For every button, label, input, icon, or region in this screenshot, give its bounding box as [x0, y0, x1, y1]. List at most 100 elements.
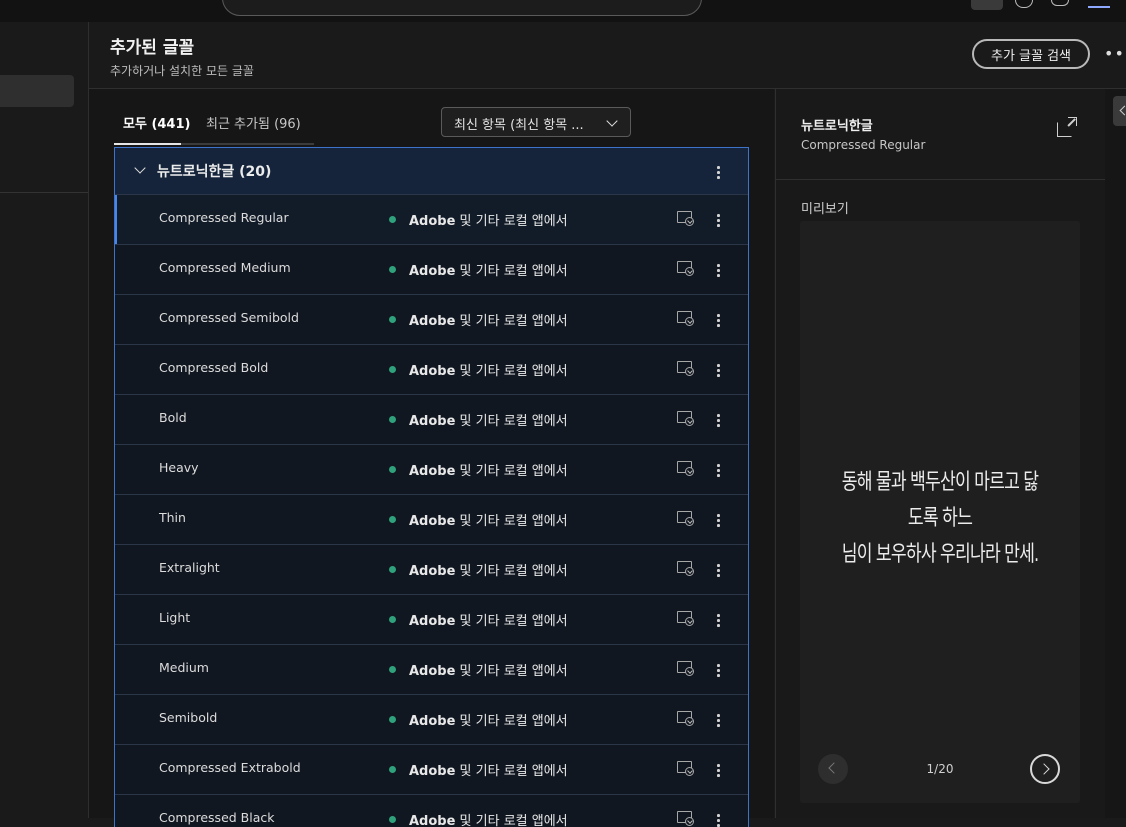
more-vertical-icon[interactable]: [711, 411, 725, 429]
more-vertical-icon[interactable]: [711, 461, 725, 479]
install-download-icon[interactable]: [677, 311, 694, 326]
browse-more-fonts-button[interactable]: 추가 글꼴 검색: [972, 39, 1090, 69]
status-dot-icon: [389, 716, 396, 723]
more-vertical-icon[interactable]: [711, 163, 725, 181]
install-download-icon[interactable]: [677, 611, 694, 626]
status-dot-icon: [389, 766, 396, 773]
install-download-icon[interactable]: [677, 411, 694, 426]
font-style-name: Medium: [159, 660, 209, 675]
font-style-row[interactable]: Compressed Bold Adobe 및 기타 로컬 앱에서: [115, 344, 748, 394]
detail-style-name: Compressed Regular: [801, 138, 926, 152]
more-vertical-icon[interactable]: [711, 211, 725, 229]
preview-label: 미리보기: [801, 202, 849, 217]
more-vertical-icon[interactable]: [711, 261, 725, 279]
font-style-name: Semibold: [159, 710, 218, 725]
status-app: Adobe: [409, 564, 456, 579]
status-dot-icon: [389, 266, 396, 273]
install-download-icon[interactable]: [677, 511, 694, 526]
activation-status: Adobe 및 기타 로컬 앱에서: [409, 810, 568, 827]
font-style-row[interactable]: Heavy Adobe 및 기타 로컬 앱에서: [115, 444, 748, 494]
previous-page-button[interactable]: [818, 754, 848, 784]
more-vertical-icon[interactable]: [711, 661, 725, 679]
status-app: Adobe: [409, 264, 456, 279]
activation-status: Adobe 및 기타 로컬 앱에서: [409, 610, 568, 629]
install-download-icon[interactable]: [677, 361, 694, 376]
chevron-down-icon[interactable]: [134, 162, 146, 174]
tab-all[interactable]: 모두 (441): [123, 113, 190, 132]
font-style-row[interactable]: Thin Adobe 및 기타 로컬 앱에서: [115, 494, 748, 544]
font-style-row[interactable]: Compressed Regular Adobe 및 기타 로컬 앱에서: [115, 194, 748, 244]
install-download-icon[interactable]: [677, 811, 694, 826]
status-app: Adobe: [409, 214, 456, 229]
font-style-name: Heavy: [159, 460, 199, 475]
status-text: 및 기타 로컬 앱에서: [455, 714, 568, 729]
more-vertical-icon[interactable]: [711, 811, 725, 827]
bell-icon[interactable]: [1051, 0, 1069, 6]
more-options-icon[interactable]: •••: [1104, 44, 1126, 63]
detail-family-name: 뉴트로닉한글: [801, 119, 873, 134]
status-text: 및 기타 로컬 앱에서: [455, 414, 568, 429]
font-style-name: Compressed Medium: [159, 260, 291, 275]
install-download-icon[interactable]: [677, 711, 694, 726]
status-app: Adobe: [409, 514, 456, 529]
top-bar: [0, 0, 1126, 22]
cloud-icon[interactable]: [1088, 0, 1110, 8]
font-style-row[interactable]: Compressed Semibold Adobe 및 기타 로컬 앱에서: [115, 294, 748, 344]
status-app: Adobe: [409, 614, 456, 629]
install-download-icon[interactable]: [677, 561, 694, 576]
status-dot-icon: [389, 566, 396, 573]
user-icon[interactable]: [971, 0, 1003, 10]
preview-text: 동해 물과 백두산이 마르고 닳도록 하느 님이 보우하사 우리나라 만세.: [839, 465, 1042, 573]
activation-status: Adobe 및 기타 로컬 앱에서: [409, 710, 568, 729]
page-counter: 1/20: [926, 762, 954, 776]
font-style-name: Compressed Extrabold: [159, 760, 301, 775]
font-style-row[interactable]: Compressed Black Adobe 및 기타 로컬 앱에서: [115, 794, 748, 827]
install-download-icon[interactable]: [677, 261, 694, 276]
status-app: Adobe: [409, 714, 456, 729]
font-family-group: 뉴트로닉한글 (20) Compressed Regular Adobe 및 기타…: [114, 147, 749, 827]
activation-status: Adobe 및 기타 로컬 앱에서: [409, 760, 568, 779]
sort-dropdown[interactable]: 최신 항목 (최신 항목 ...: [441, 107, 631, 137]
font-style-row[interactable]: Medium Adobe 및 기타 로컬 앱에서: [115, 644, 748, 694]
font-style-name: Compressed Semibold: [159, 310, 299, 325]
font-style-name: Thin: [159, 510, 186, 525]
font-style-row[interactable]: Light Adobe 및 기타 로컬 앱에서: [115, 594, 748, 644]
activation-status: Adobe 및 기타 로컬 앱에서: [409, 560, 568, 579]
detail-divider: [776, 179, 1105, 180]
install-download-icon[interactable]: [677, 661, 694, 676]
status-dot-icon: [389, 666, 396, 673]
collapse-panel-button[interactable]: [1113, 96, 1126, 126]
open-external-icon[interactable]: [1057, 117, 1077, 137]
font-style-row[interactable]: Bold Adobe 및 기타 로컬 앱에서: [115, 394, 748, 444]
sidebar-item-selected[interactable]: [0, 75, 74, 107]
install-download-icon[interactable]: [677, 211, 694, 226]
font-style-row[interactable]: Semibold Adobe 및 기타 로컬 앱에서: [115, 694, 748, 744]
status-dot-icon: [389, 616, 396, 623]
status-text: 및 기타 로컬 앱에서: [455, 314, 568, 329]
more-vertical-icon[interactable]: [711, 611, 725, 629]
font-style-row[interactable]: Compressed Extrabold Adobe 및 기타 로컬 앱에서: [115, 744, 748, 794]
install-download-icon[interactable]: [677, 761, 694, 776]
font-family-header[interactable]: 뉴트로닉한글 (20): [115, 148, 748, 194]
more-vertical-icon[interactable]: [711, 311, 725, 329]
tab-recently-added[interactable]: 최근 추가됨 (96): [206, 113, 301, 132]
font-style-row[interactable]: Extralight Adobe 및 기타 로컬 앱에서: [115, 544, 748, 594]
more-vertical-icon[interactable]: [711, 561, 725, 579]
next-page-button[interactable]: [1030, 754, 1060, 784]
help-icon[interactable]: [1015, 0, 1033, 8]
left-sidebar: [0, 22, 89, 818]
more-vertical-icon[interactable]: [711, 511, 725, 529]
font-style-row[interactable]: Compressed Medium Adobe 및 기타 로컬 앱에서: [115, 244, 748, 294]
more-vertical-icon[interactable]: [711, 761, 725, 779]
install-download-icon[interactable]: [677, 461, 694, 476]
preview-line: 님이 보우하사 우리나라 만세.: [841, 542, 1039, 567]
global-search-input[interactable]: [222, 0, 702, 16]
more-vertical-icon[interactable]: [711, 711, 725, 729]
chevron-left-icon: [828, 762, 840, 774]
more-vertical-icon[interactable]: [711, 361, 725, 379]
activation-status: Adobe 및 기타 로컬 앱에서: [409, 310, 568, 329]
status-app: Adobe: [409, 414, 456, 429]
status-text: 및 기타 로컬 앱에서: [455, 614, 568, 629]
page-header: 추가된 글꼴 추가하거나 설치한 모든 글꼴 추가 글꼴 검색 •••: [89, 22, 1126, 89]
status-text: 및 기타 로컬 앱에서: [455, 664, 568, 679]
